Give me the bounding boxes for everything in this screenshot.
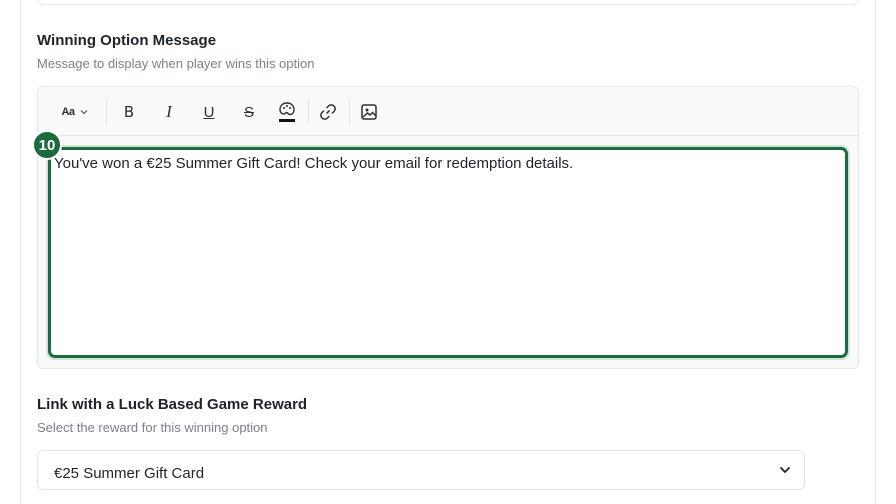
- rich-text-editor: Aa B I U S You've won a €25 Summer Gift …: [37, 86, 859, 369]
- underline-icon: U: [203, 103, 215, 121]
- strikethrough-button[interactable]: S: [236, 99, 262, 125]
- editor-content-area[interactable]: You've won a €25 Summer Gift Card! Check…: [48, 147, 848, 358]
- toolbar-divider: [308, 99, 309, 124]
- chevron-down-icon: [780, 467, 790, 473]
- italic-button[interactable]: I: [156, 99, 182, 125]
- bold-button[interactable]: B: [116, 99, 142, 125]
- font-size-label: Aa: [61, 106, 75, 118]
- font-size-button[interactable]: Aa: [58, 99, 92, 125]
- previous-field-input[interactable]: [37, 0, 859, 5]
- toolbar-divider: [349, 99, 350, 124]
- image-button[interactable]: [356, 99, 382, 125]
- winning-message-text: You've won a €25 Summer Gift Card! Check…: [54, 155, 574, 172]
- text-color-button[interactable]: [274, 99, 300, 125]
- step-number-badge: 10: [32, 130, 62, 160]
- winning-message-description: Message to display when player wins this…: [37, 56, 315, 71]
- strikethrough-icon: S: [243, 103, 254, 121]
- reward-select-value: €25 Summer Gift Card: [54, 465, 205, 482]
- reward-select[interactable]: €25 Summer Gift Card: [37, 450, 805, 490]
- toolbar-divider: [106, 99, 107, 124]
- underline-button[interactable]: U: [196, 99, 222, 125]
- chevron-down-icon: [80, 110, 87, 115]
- link-icon: [320, 104, 336, 120]
- reward-link-description: Select the reward for this winning optio…: [37, 420, 268, 435]
- palette-icon: [279, 102, 295, 122]
- link-button[interactable]: [315, 99, 341, 125]
- image-icon: [361, 104, 377, 120]
- italic-icon: I: [166, 102, 172, 121]
- reward-link-label: Link with a Luck Based Game Reward: [37, 396, 308, 413]
- winning-message-label: Winning Option Message: [37, 32, 217, 49]
- bold-icon: B: [123, 103, 135, 121]
- editor-toolbar: Aa B I U S: [38, 87, 858, 136]
